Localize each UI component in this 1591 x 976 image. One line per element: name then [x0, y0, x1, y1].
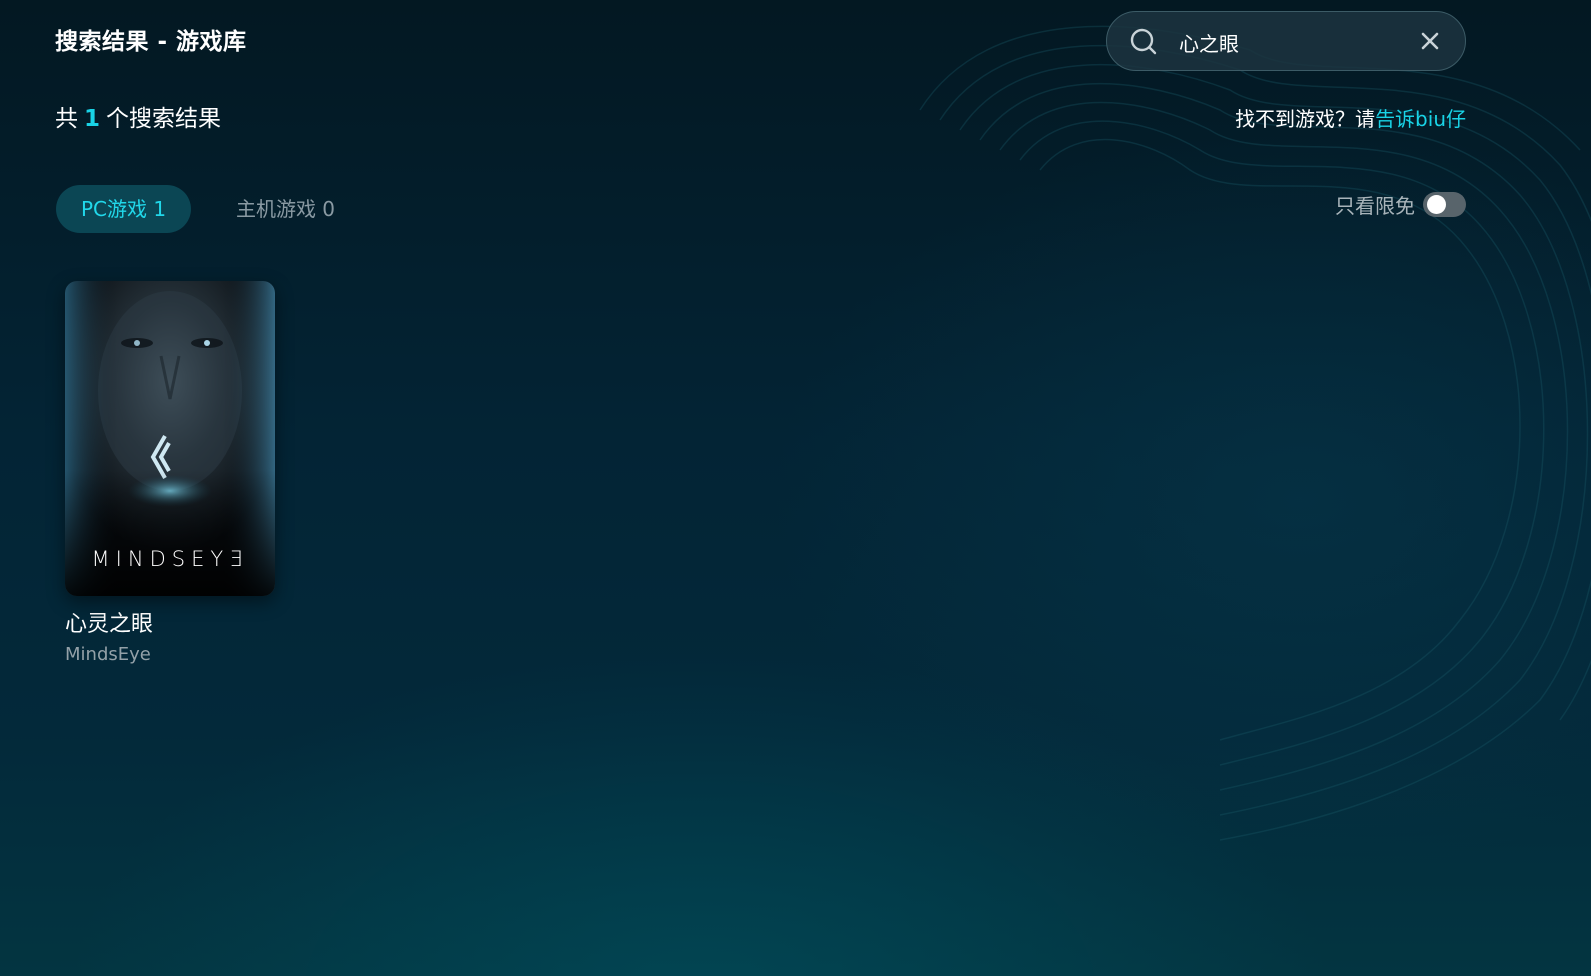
game-card[interactable]: MINDSEYƎ 心灵之眼 MindsEye: [65, 281, 275, 668]
game-cover-image[interactable]: MINDSEYƎ: [65, 281, 275, 596]
free-only-label: 只看限免: [1335, 193, 1415, 218]
page-title: 搜索结果 - 游戏库: [55, 29, 247, 55]
feedback-text: 找不到游戏？请: [1235, 107, 1376, 131]
search-bar[interactable]: [1106, 11, 1466, 71]
cover-logo-text: MINDSEYƎ: [91, 547, 249, 571]
close-icon[interactable]: [1417, 28, 1443, 54]
result-count: 共 1 个搜索结果: [55, 102, 221, 136]
result-count-prefix: 共: [55, 106, 78, 132]
search-input[interactable]: [1179, 25, 1399, 59]
feedback-prompt: 找不到游戏？请告诉biu仔: [1235, 103, 1466, 135]
feedback-link[interactable]: 告诉biu仔: [1375, 107, 1466, 131]
free-only-toggle[interactable]: [1423, 191, 1466, 217]
free-only-filter: 只看限免: [1335, 188, 1466, 220]
game-title[interactable]: 心灵之眼: [65, 610, 275, 640]
search-icon[interactable]: [1129, 27, 1159, 57]
toggle-knob: [1427, 194, 1446, 214]
tab-pc-games[interactable]: PC游戏 1: [56, 185, 191, 233]
result-count-number: 1: [84, 106, 101, 132]
game-english-title: MindsEye: [65, 644, 151, 665]
tab-console-games[interactable]: 主机游戏 0: [213, 185, 358, 233]
result-count-suffix: 个搜索结果: [106, 106, 222, 132]
